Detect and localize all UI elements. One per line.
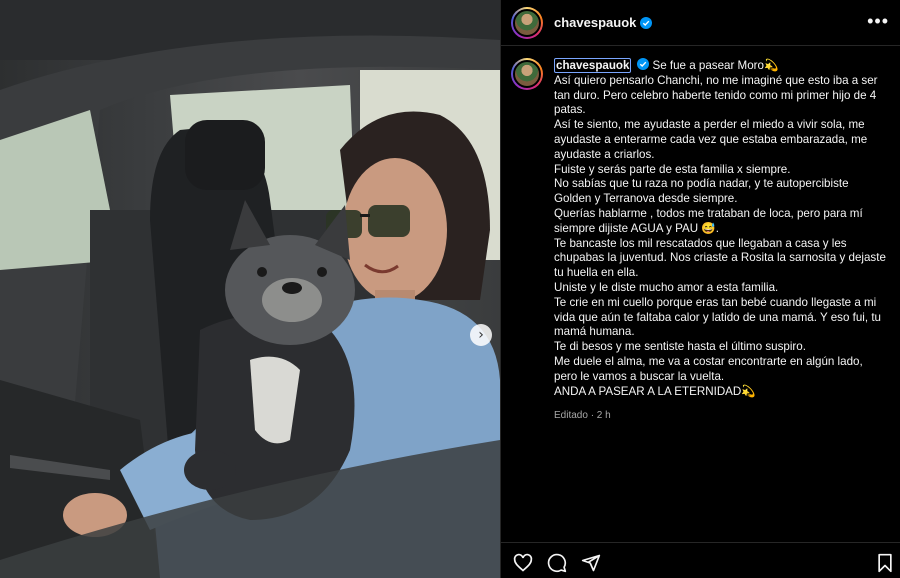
verified-badge-icon (640, 16, 653, 29)
dog-paw (184, 450, 236, 490)
post-side-panel: chavespauok ••• chavespauok Se fue a pase… (500, 0, 900, 578)
post-photo[interactable]: › (0, 0, 500, 578)
share-icon[interactable] (581, 553, 601, 573)
caption-block: chavespauok Se fue a pasear Moro💫 Así qui… (511, 58, 891, 399)
caption-username[interactable]: chavespauok (554, 58, 632, 73)
avatar[interactable] (511, 6, 543, 39)
dog-nose (282, 282, 302, 294)
sunglasses-bridge (360, 214, 370, 217)
dog-eye-left (257, 267, 267, 277)
more-options-icon[interactable]: ••• (867, 12, 889, 30)
caption-avatar[interactable] (511, 58, 543, 90)
caption-meta: Editado · 2 h (554, 410, 611, 421)
dog-eye-right (317, 267, 327, 277)
comment-icon[interactable] (547, 553, 567, 573)
sunglasses-right (368, 205, 410, 237)
caption-verified-icon (637, 58, 650, 70)
post-header: chavespauok ••• (501, 0, 900, 46)
heart-icon[interactable] (513, 553, 533, 573)
photo-illustration (0, 0, 500, 578)
bookmark-icon[interactable] (875, 553, 895, 573)
carousel-next-button[interactable]: › (470, 324, 492, 346)
header-username[interactable]: chavespauok (554, 15, 636, 30)
headrest (185, 120, 265, 190)
action-bar (501, 542, 900, 578)
caption-text: chavespauok Se fue a pasear Moro💫 Así qui… (554, 58, 889, 399)
caption-body: Se fue a pasear Moro💫 Así quiero pensarl… (554, 59, 886, 398)
